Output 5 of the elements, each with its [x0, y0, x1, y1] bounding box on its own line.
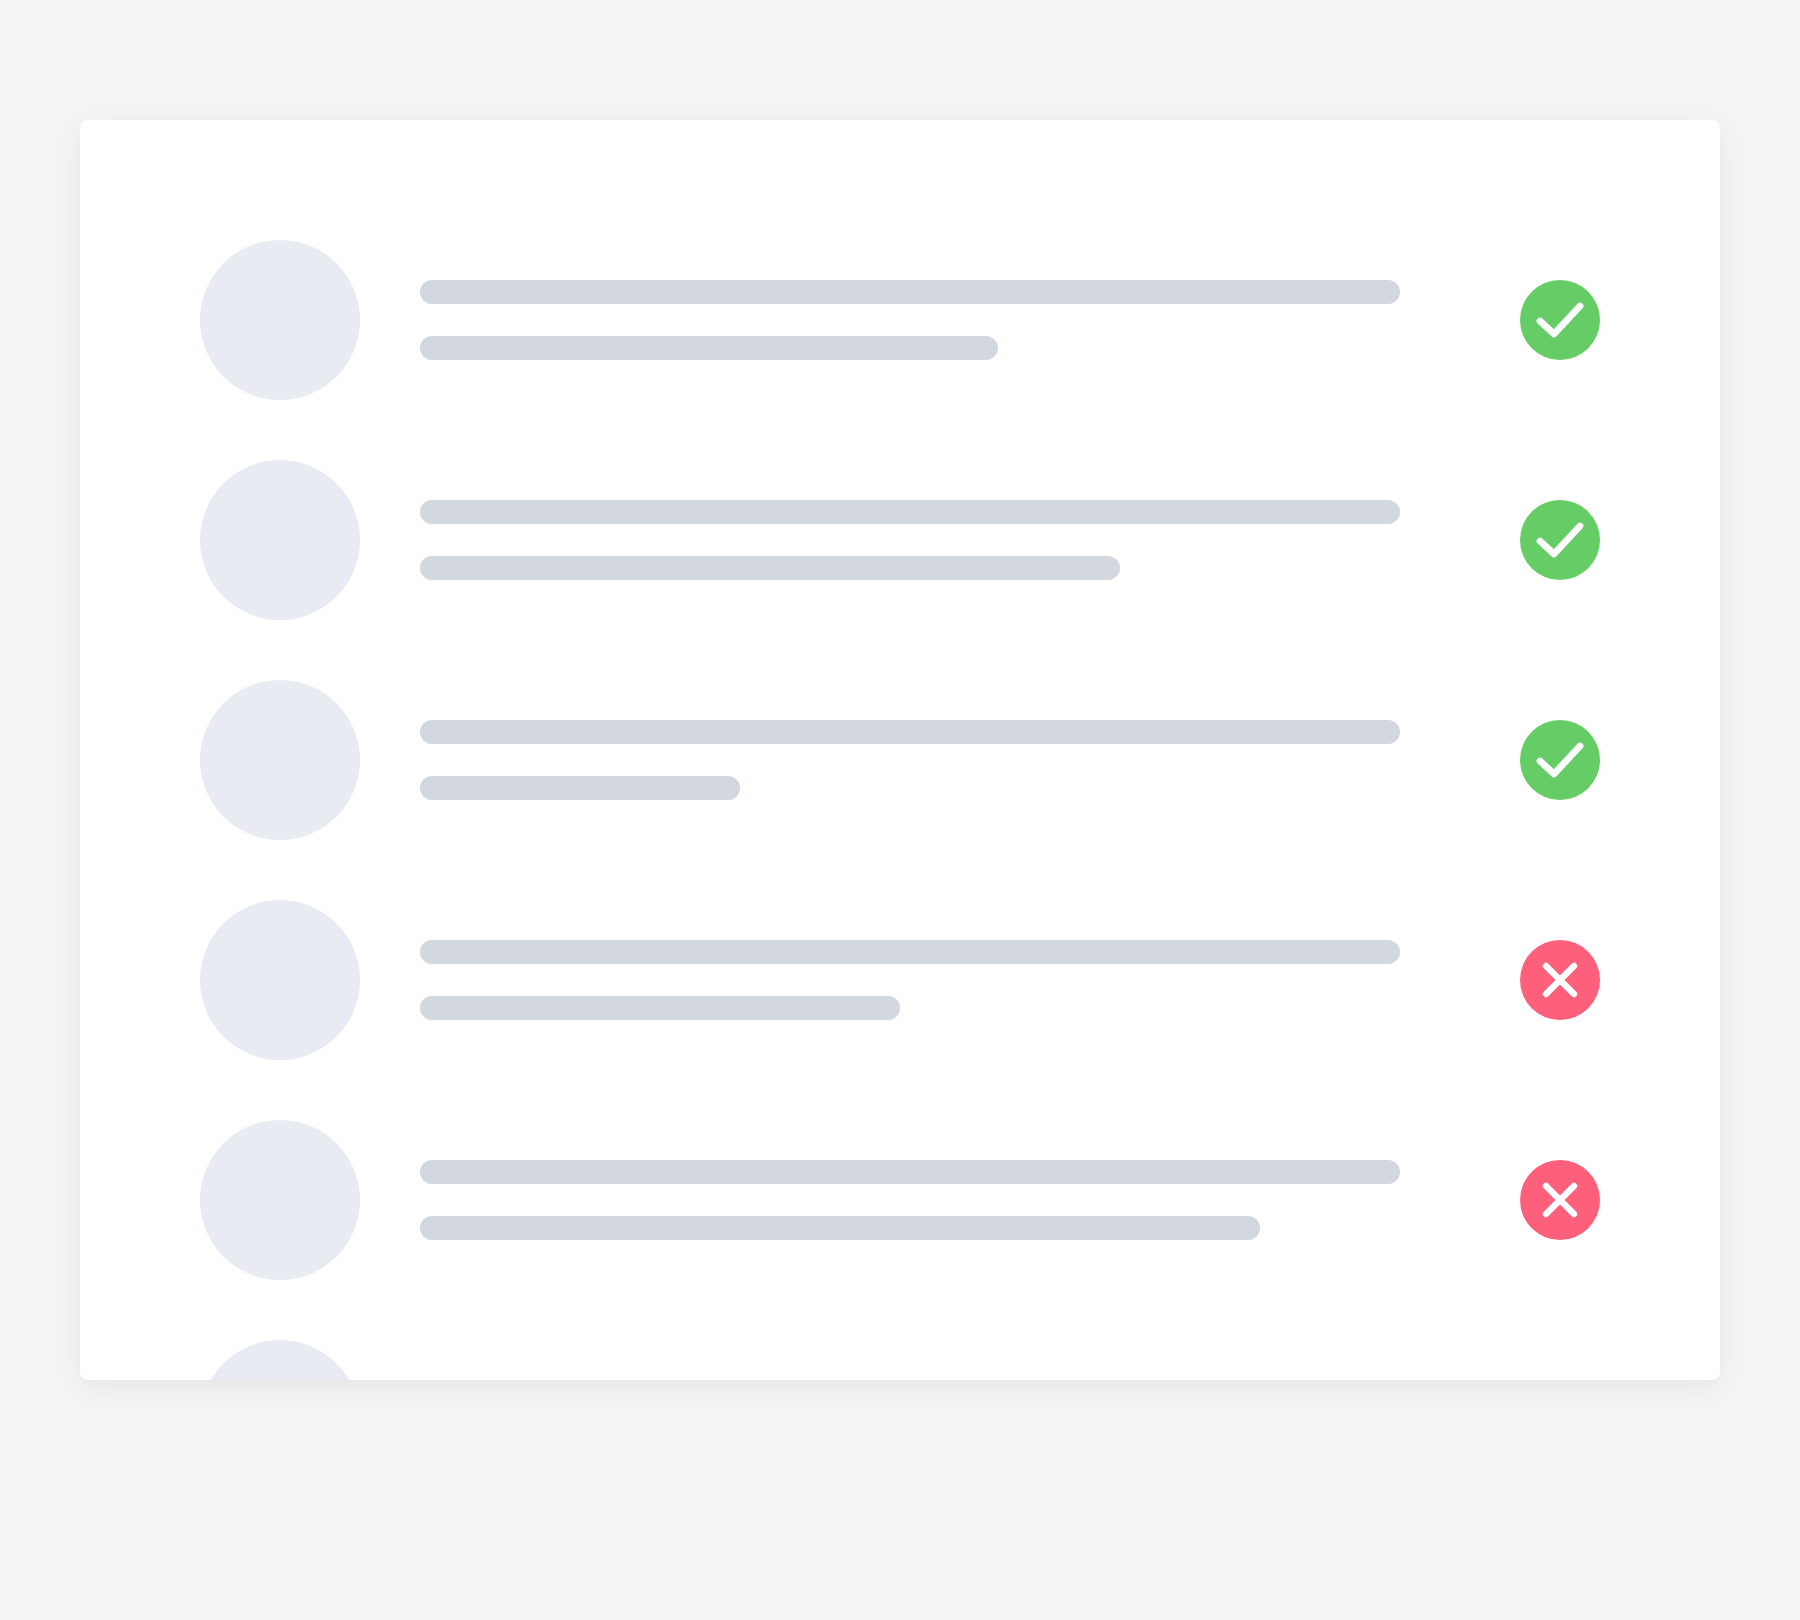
check-icon — [1520, 280, 1600, 360]
cross-icon — [1520, 940, 1600, 1020]
cross-icon — [1520, 1160, 1600, 1240]
check-icon — [1520, 500, 1600, 580]
check-icon — [1520, 720, 1600, 800]
